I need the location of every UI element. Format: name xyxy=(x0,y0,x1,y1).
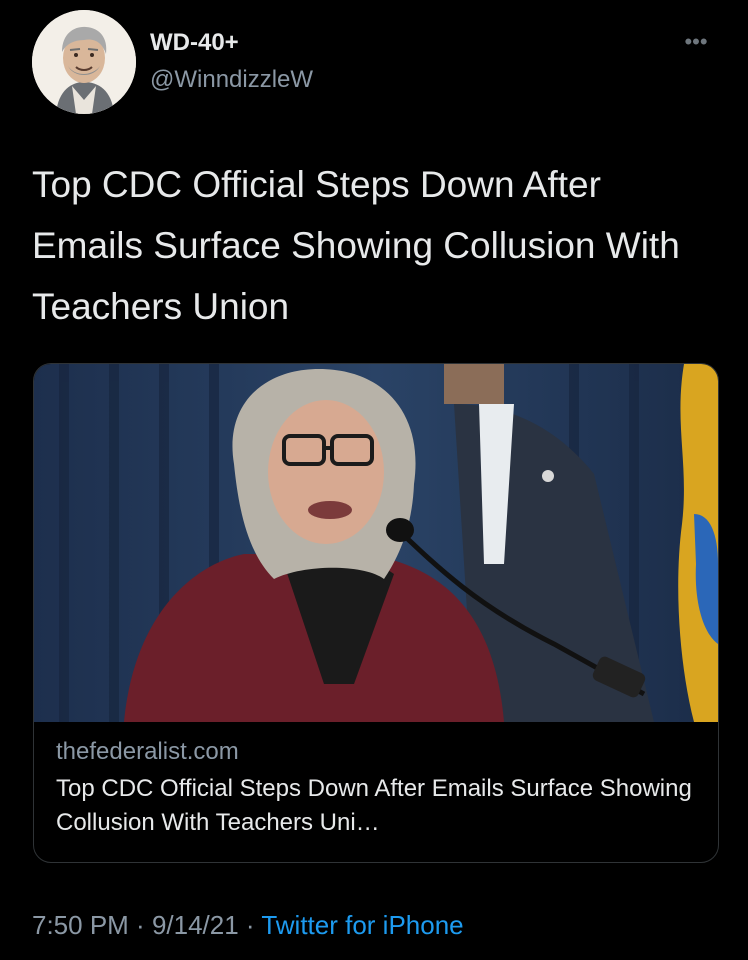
display-name[interactable]: WD-40+ xyxy=(150,29,239,57)
link-card[interactable]: thefederalist.com Top CDC Official Steps… xyxy=(33,363,719,863)
tweet-text: Top CDC Official Steps Down After Emails… xyxy=(32,164,680,327)
tweet-time[interactable]: 7:50 PM xyxy=(32,910,129,940)
meta-separator: · xyxy=(128,910,152,940)
avatar[interactable] xyxy=(32,10,136,114)
tweet-metadata: 7:50 PM · 9/14/21 · Twitter for iPhone xyxy=(32,910,464,941)
tweet-source-link[interactable]: Twitter for iPhone xyxy=(261,910,463,940)
card-body[interactable]: thefederalist.com Top CDC Official Steps… xyxy=(34,722,718,862)
avatar-illustration xyxy=(32,10,136,114)
more-icon[interactable]: ••• xyxy=(678,31,714,53)
card-title: Top CDC Official Steps Down After Emails… xyxy=(56,775,692,836)
meta-separator: · xyxy=(238,910,262,940)
user-handle[interactable]: @WinndizzleW xyxy=(150,66,313,94)
tweet-header: WD-40+ @WinndizzleW ••• xyxy=(32,10,716,114)
card-image xyxy=(34,364,718,722)
card-photo xyxy=(34,364,718,722)
card-domain: thefederalist.com xyxy=(56,738,239,765)
tweet-date[interactable]: 9/14/21 xyxy=(152,910,239,940)
